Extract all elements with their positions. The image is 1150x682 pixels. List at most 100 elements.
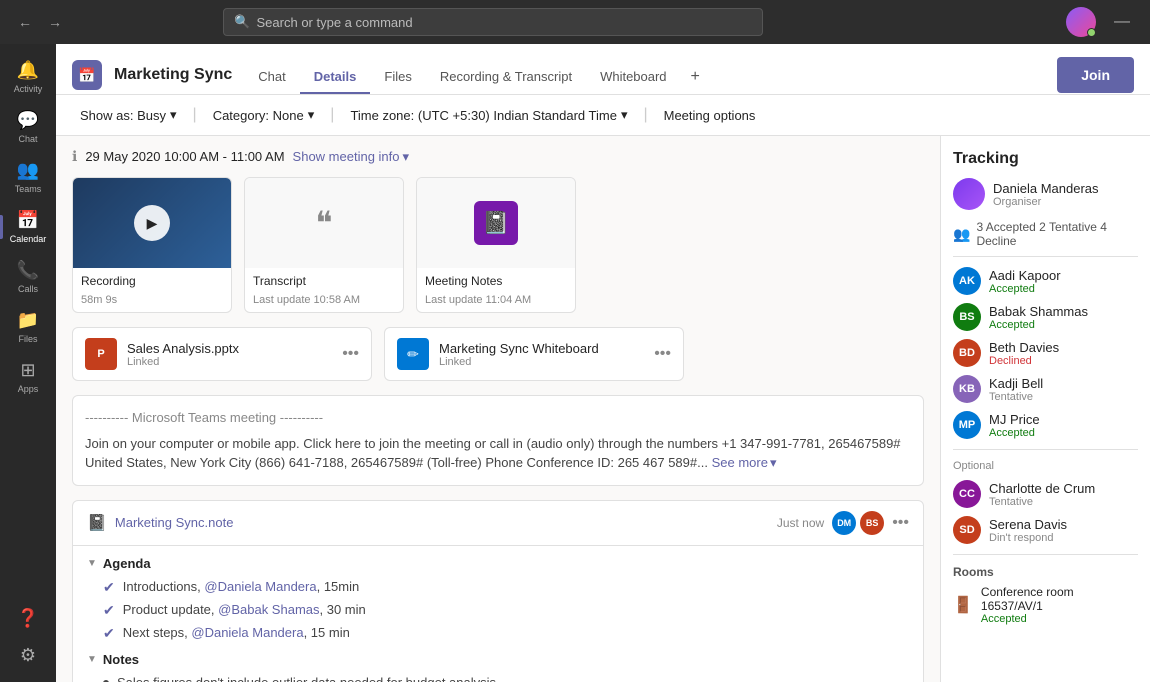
- person-row-babak: BS Babak Shammas Accepted: [953, 303, 1138, 331]
- attendance-summary: 👥 3 Accepted 2 Tentative 4 Decline: [953, 220, 1138, 257]
- show-as-select[interactable]: Show as: Busy ▾: [72, 103, 185, 127]
- sidebar-item-files[interactable]: Files: [0, 302, 56, 352]
- check-icon-2: ✔: [103, 602, 115, 619]
- agenda-chevron: ▼: [87, 558, 97, 569]
- meeting-datetime: 29 May 2020 10:00 AM - 11:00 AM: [85, 149, 284, 164]
- tab-files[interactable]: Files: [370, 61, 425, 94]
- sidebar-label-files: Files: [18, 334, 37, 344]
- meeting-date-row: ℹ 29 May 2020 10:00 AM - 11:00 AM Show m…: [72, 148, 924, 165]
- avatar-status: [1087, 28, 1096, 37]
- recording-card[interactable]: ▶ Recording 58m 9s: [72, 177, 232, 313]
- person-row-serena: SD Serena Davis Din't respond: [953, 516, 1138, 544]
- notes-chevron: ▼: [87, 654, 97, 665]
- sidebar-item-calls[interactable]: Calls: [0, 252, 56, 302]
- transcript-card[interactable]: ❝ Transcript Last update 10:58 AM: [244, 177, 404, 313]
- whiteboard-icon: ✏: [397, 338, 429, 370]
- notes-avatars: DM BS: [832, 511, 884, 535]
- see-more-button[interactable]: See more ▾: [712, 453, 777, 473]
- recording-label: Recording: [73, 268, 231, 294]
- minimize-button[interactable]: —: [1106, 9, 1138, 35]
- notes-title-link[interactable]: Marketing Sync.note: [115, 515, 234, 530]
- main-layout: Activity Chat Teams Calendar Calls Files…: [0, 44, 1150, 682]
- back-button[interactable]: ←: [12, 10, 38, 34]
- calls-icon: [17, 260, 39, 281]
- search-icon: 🔍: [234, 14, 250, 30]
- notes-time: Last update 11:04 AM: [417, 294, 575, 312]
- avatar-charlotte: CC: [953, 480, 981, 508]
- transcript-label: Transcript: [245, 268, 403, 294]
- transcript-thumb: ❝: [245, 178, 403, 268]
- room-icon: 🚪: [953, 595, 973, 615]
- sidebar-label-chat: Chat: [18, 134, 37, 144]
- notes-card[interactable]: 📓 Meeting Notes Last update 11:04 AM: [416, 177, 576, 313]
- show-meeting-info[interactable]: Show meeting info ▾: [293, 149, 409, 165]
- notes-thumb: 📓: [417, 178, 575, 268]
- user-avatar[interactable]: [1066, 7, 1096, 37]
- tab-whiteboard[interactable]: Whiteboard: [586, 61, 680, 94]
- options-bar: Show as: Busy ▾ | Category: None ▾ | Tim…: [56, 95, 1150, 136]
- search-bar[interactable]: 🔍 Search or type a command: [223, 8, 763, 36]
- sidebar-label-teams: Teams: [15, 184, 42, 194]
- tab-add-button[interactable]: +: [681, 60, 710, 94]
- person-row-aadi: AK Aadi Kapoor Accepted: [953, 267, 1138, 295]
- sidebar-item-chat[interactable]: Chat: [0, 102, 56, 152]
- sidebar-item-calendar[interactable]: Calendar: [0, 202, 56, 252]
- check-icon-1: ✔: [103, 579, 115, 596]
- room-name: Conference room 16537/AV/1: [981, 585, 1138, 613]
- notes-section: 📓 Marketing Sync.note Just now DM BS •••…: [72, 500, 924, 682]
- meeting-header: 📅 Marketing Sync Chat Details Files Reco…: [56, 44, 1150, 95]
- join-button[interactable]: Join: [1057, 57, 1134, 93]
- optional-label: Optional: [953, 460, 1138, 472]
- category-select[interactable]: Category: None ▾: [205, 103, 323, 127]
- tab-recording[interactable]: Recording & Transcript: [426, 61, 586, 94]
- help-icon: [17, 608, 39, 629]
- people-icon: 👥: [953, 226, 970, 243]
- files-icon: [17, 310, 39, 331]
- organizer-role: Organiser: [993, 196, 1099, 208]
- file-card-whiteboard[interactable]: ✏ Marketing Sync Whiteboard Linked •••: [384, 327, 684, 381]
- calendar-icon: [17, 210, 39, 231]
- timezone-select[interactable]: Time zone: (UTC +5:30) Indian Standard T…: [342, 103, 635, 127]
- meeting-text-body: Join on your computer or mobile app. Cli…: [85, 434, 911, 473]
- file-more-wb[interactable]: •••: [654, 345, 671, 363]
- sidebar-label-calendar: Calendar: [10, 234, 47, 244]
- meeting-text: ---------- Microsoft Teams meeting -----…: [72, 395, 924, 486]
- settings-icon: [20, 645, 36, 666]
- forward-button[interactable]: →: [42, 10, 68, 34]
- organizer-name: Daniela Manderas: [993, 181, 1099, 196]
- sidebar-label-activity: Activity: [14, 84, 43, 94]
- file-more-pptx[interactable]: •••: [342, 345, 359, 363]
- file-row: P Sales Analysis.pptx Linked ••• ✏ Marke…: [72, 327, 924, 381]
- sidebar-item-teams[interactable]: Teams: [0, 152, 56, 202]
- file-card-pptx[interactable]: P Sales Analysis.pptx Linked •••: [72, 327, 372, 381]
- main-content: ℹ 29 May 2020 10:00 AM - 11:00 AM Show m…: [56, 136, 940, 682]
- file-sub-pptx: Linked: [127, 356, 332, 368]
- tab-chat[interactable]: Chat: [244, 61, 299, 94]
- agenda-section-header[interactable]: ▼ Agenda: [87, 556, 909, 571]
- apps-icon: [20, 360, 35, 381]
- sidebar-item-apps[interactable]: Apps: [0, 352, 56, 402]
- divider: [953, 449, 1138, 450]
- people-list: AK Aadi Kapoor Accepted BS Babak Shammas…: [953, 267, 1138, 439]
- rooms-label: Rooms: [953, 565, 1138, 579]
- meeting-icon: 📅: [72, 60, 102, 90]
- recording-duration: 58m 9s: [73, 294, 231, 312]
- tab-details[interactable]: Details: [300, 61, 371, 94]
- sidebar-label-apps: Apps: [18, 384, 39, 394]
- notes-section-header[interactable]: ▼ Notes: [87, 652, 909, 667]
- notes-avatar-1: DM: [832, 511, 856, 535]
- sidebar-item-settings[interactable]: [17, 637, 39, 674]
- notes-bullet-1: Sales figures don't include outlier data…: [87, 675, 909, 682]
- sidebar-item-activity[interactable]: Activity: [0, 52, 56, 102]
- sidebar-item-help[interactable]: [17, 600, 39, 637]
- notes-body: ▼ Agenda ✔ Introductions, @Daniela Mande…: [73, 546, 923, 682]
- organizer-row: Daniela Manderas Organiser: [953, 178, 1138, 210]
- agenda-item-3: ✔ Next steps, @Daniela Mandera, 15 min: [87, 625, 909, 642]
- meeting-text-header: ---------- Microsoft Teams meeting -----…: [85, 408, 911, 428]
- play-button[interactable]: ▶: [134, 205, 170, 241]
- notes-more-button[interactable]: •••: [892, 514, 909, 532]
- person-row-mj: MP MJ Price Accepted: [953, 411, 1138, 439]
- sidebar: Activity Chat Teams Calendar Calls Files…: [0, 44, 56, 682]
- meeting-options-link[interactable]: Meeting options: [656, 104, 764, 127]
- notes-time: Just now: [777, 516, 824, 530]
